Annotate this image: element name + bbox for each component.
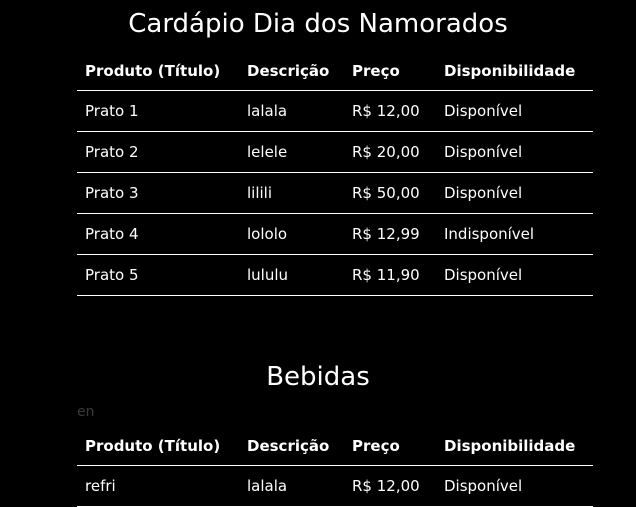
table-row: Prato 3 lilili R$ 50,00 Disponível <box>77 172 593 214</box>
cell-availability: Disponível <box>436 131 593 173</box>
stray-text: en <box>77 404 95 420</box>
cell-description: lalala <box>239 465 344 507</box>
table-row: Prato 2 lelele R$ 20,00 Disponível <box>77 131 593 173</box>
cell-description: lelele <box>239 131 344 173</box>
menu-title: Cardápio Dia dos Namorados <box>128 9 508 39</box>
drinks-table: Produto (Título) Descrição Preço Disponi… <box>77 427 593 507</box>
header-product: Produto (Título) <box>77 427 239 466</box>
cell-description: lololo <box>239 213 344 255</box>
cell-description: lululu <box>239 254 344 296</box>
header-description: Descrição <box>239 427 344 466</box>
header-description: Descrição <box>239 52 344 91</box>
drinks-title: Bebidas <box>266 362 370 392</box>
cell-product: Prato 4 <box>77 213 239 255</box>
cell-price: R$ 11,90 <box>344 254 436 296</box>
header-product: Produto (Título) <box>77 52 239 91</box>
page: Cardápio Dia dos Namorados Produto (Títu… <box>0 0 636 507</box>
table-header-row: Produto (Título) Descrição Preço Disponi… <box>77 427 593 466</box>
cell-description: lalala <box>239 90 344 132</box>
cell-availability: Disponível <box>436 90 593 132</box>
table-row: Prato 1 lalala R$ 12,00 Disponível <box>77 90 593 132</box>
table-header-row: Produto (Título) Descrição Preço Disponi… <box>77 52 593 91</box>
cell-product: Prato 2 <box>77 131 239 173</box>
table-row: Prato 5 lululu R$ 11,90 Disponível <box>77 254 593 296</box>
cell-price: R$ 12,00 <box>344 465 436 507</box>
header-availability: Disponibilidade <box>436 52 593 91</box>
cell-product: Prato 1 <box>77 90 239 132</box>
table-row: Prato 4 lololo R$ 12,99 Indisponível <box>77 213 593 255</box>
header-availability: Disponibilidade <box>436 427 593 466</box>
header-price: Preço <box>344 427 436 466</box>
cell-availability: Disponível <box>436 254 593 296</box>
cell-price: R$ 12,99 <box>344 213 436 255</box>
cell-description: lilili <box>239 172 344 214</box>
cell-price: R$ 50,00 <box>344 172 436 214</box>
cell-product: Prato 5 <box>77 254 239 296</box>
cell-availability: Disponível <box>436 465 593 507</box>
cell-price: R$ 20,00 <box>344 131 436 173</box>
menu-table: Produto (Título) Descrição Preço Disponi… <box>77 52 593 296</box>
cell-availability: Disponível <box>436 172 593 214</box>
cell-product: Prato 3 <box>77 172 239 214</box>
cell-availability: Indisponível <box>436 213 593 255</box>
header-price: Preço <box>344 52 436 91</box>
table-row: refri lalala R$ 12,00 Disponível <box>77 465 593 507</box>
cell-product: refri <box>77 465 239 507</box>
cell-price: R$ 12,00 <box>344 90 436 132</box>
